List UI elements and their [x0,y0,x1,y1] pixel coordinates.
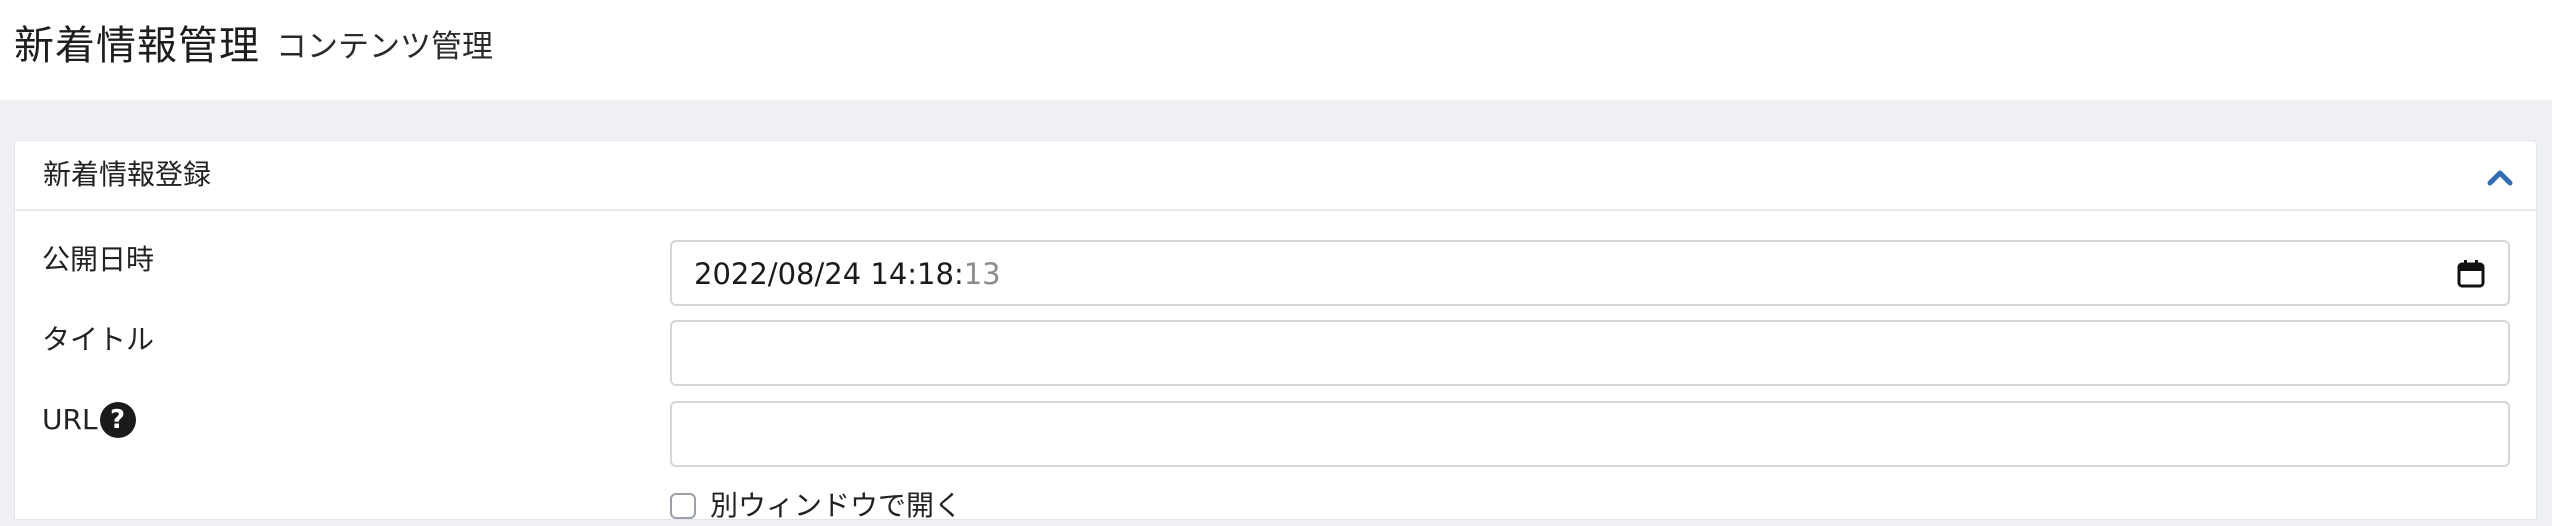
chevron-up-icon [2487,170,2513,186]
question-circle-icon[interactable]: ? [99,402,136,438]
publish-date-main: 2022/08/24 14:18: [694,257,964,291]
page-title: 新着情報管理 [14,23,260,69]
url-input[interactable] [670,401,2510,467]
card-title: 新着情報登録 [43,158,212,191]
url-label: URL ? [42,400,136,440]
card-header: 新着情報登録 [15,141,2536,211]
publish-date-label-text: 公開日時 [42,243,155,276]
publish-date-label: 公開日時 [42,240,154,280]
title-input[interactable] [670,320,2510,386]
collapse-button[interactable] [2482,159,2518,195]
publish-date-seconds: 13 [963,257,1001,291]
calendar-icon[interactable] [2456,259,2486,289]
url-label-text: URL [42,403,98,436]
new-window-option: 別ウィンドウで開く [670,486,962,526]
title-label-text: タイトル [42,323,155,356]
publish-date-input[interactable]: 2022/08/24 14:18:13 [670,240,2510,306]
title-label: タイトル [42,320,154,360]
publish-date-value: 2022/08/24 14:18:13 [694,254,1001,294]
page-header: 新着情報管理 コンテンツ管理 [0,0,2552,100]
new-window-checkbox[interactable] [670,493,696,519]
new-window-label[interactable]: 別ウィンドウで開く [710,486,962,526]
page-subtitle: コンテンツ管理 [276,29,493,65]
